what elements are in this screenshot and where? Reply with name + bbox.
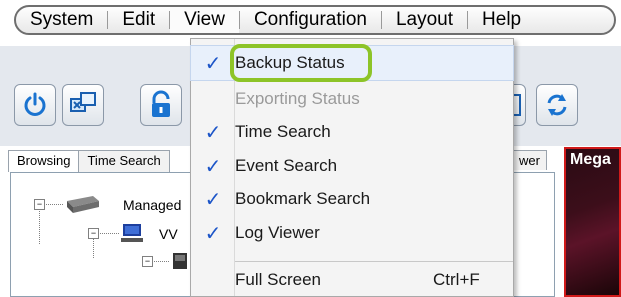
tree-connector (97, 233, 119, 234)
tab-log-viewer[interactable]: wer (512, 150, 547, 170)
check-icon: ✓ (204, 222, 222, 245)
menu-help[interactable]: Help (468, 7, 535, 33)
tree-connector (43, 204, 63, 205)
network-button[interactable] (62, 84, 104, 126)
menu-item-bookmark-search[interactable]: ✓ Bookmark Search (191, 182, 513, 216)
panel-tabs: Browsing Time Search (8, 150, 170, 172)
menu-item-label: Event Search (235, 156, 338, 175)
power-button[interactable] (14, 84, 56, 126)
menu-bar: System Edit View Configuration Layout He… (14, 5, 616, 35)
highlight-annotation (230, 44, 372, 82)
check-icon: ✓ (204, 188, 222, 211)
menu-system[interactable]: System (16, 7, 107, 33)
refresh-icon (547, 94, 567, 116)
check-icon: ✓ (204, 121, 222, 144)
tree-node-managed[interactable]: Managed (123, 197, 181, 213)
network-icon (70, 92, 96, 112)
menu-item-full-screen[interactable]: Full Screen Ctrl+F (191, 263, 513, 297)
tree-collapse-icon[interactable]: − (88, 228, 99, 239)
lock-icon (152, 90, 170, 117)
menu-item-label: Log Viewer (235, 223, 320, 242)
computer-icon (121, 223, 143, 243)
tab-browsing[interactable]: Browsing (8, 150, 80, 172)
menu-item-label: Bookmark Search (235, 189, 371, 208)
menu-layout[interactable]: Layout (382, 7, 467, 33)
tree-connector (151, 261, 169, 262)
video-preview[interactable]: Mega (564, 147, 621, 297)
refresh-button[interactable] (536, 84, 578, 126)
menu-item-label: Full Screen (235, 270, 321, 289)
menu-separator (235, 261, 513, 262)
menu-edit[interactable]: Edit (108, 7, 169, 33)
power-icon (24, 92, 46, 116)
tab-time-search[interactable]: Time Search (78, 150, 170, 172)
tree-collapse-icon[interactable]: − (34, 199, 45, 210)
tree-collapse-icon[interactable]: − (142, 256, 153, 267)
folder-icon (171, 251, 189, 271)
menu-configuration[interactable]: Configuration (240, 7, 381, 33)
tree-node-vw[interactable]: VV (159, 226, 178, 242)
menu-item-exporting-status: Exporting Status (191, 82, 513, 116)
menu-item-log-viewer[interactable]: ✓ Log Viewer (191, 216, 513, 250)
check-icon: ✓ (204, 52, 222, 75)
menu-item-label: Time Search (235, 122, 331, 141)
lock-button[interactable] (140, 84, 182, 126)
menu-item-event-search[interactable]: ✓ Event Search (191, 149, 513, 183)
menu-item-time-search[interactable]: ✓ Time Search (191, 115, 513, 149)
video-channel-label: Mega (570, 151, 611, 168)
check-icon: ✓ (204, 155, 222, 178)
menu-item-label: Exporting Status (235, 89, 360, 108)
menu-view[interactable]: View (170, 7, 239, 33)
server-icon (63, 193, 101, 215)
menu-item-shortcut: Ctrl+F (433, 270, 480, 289)
